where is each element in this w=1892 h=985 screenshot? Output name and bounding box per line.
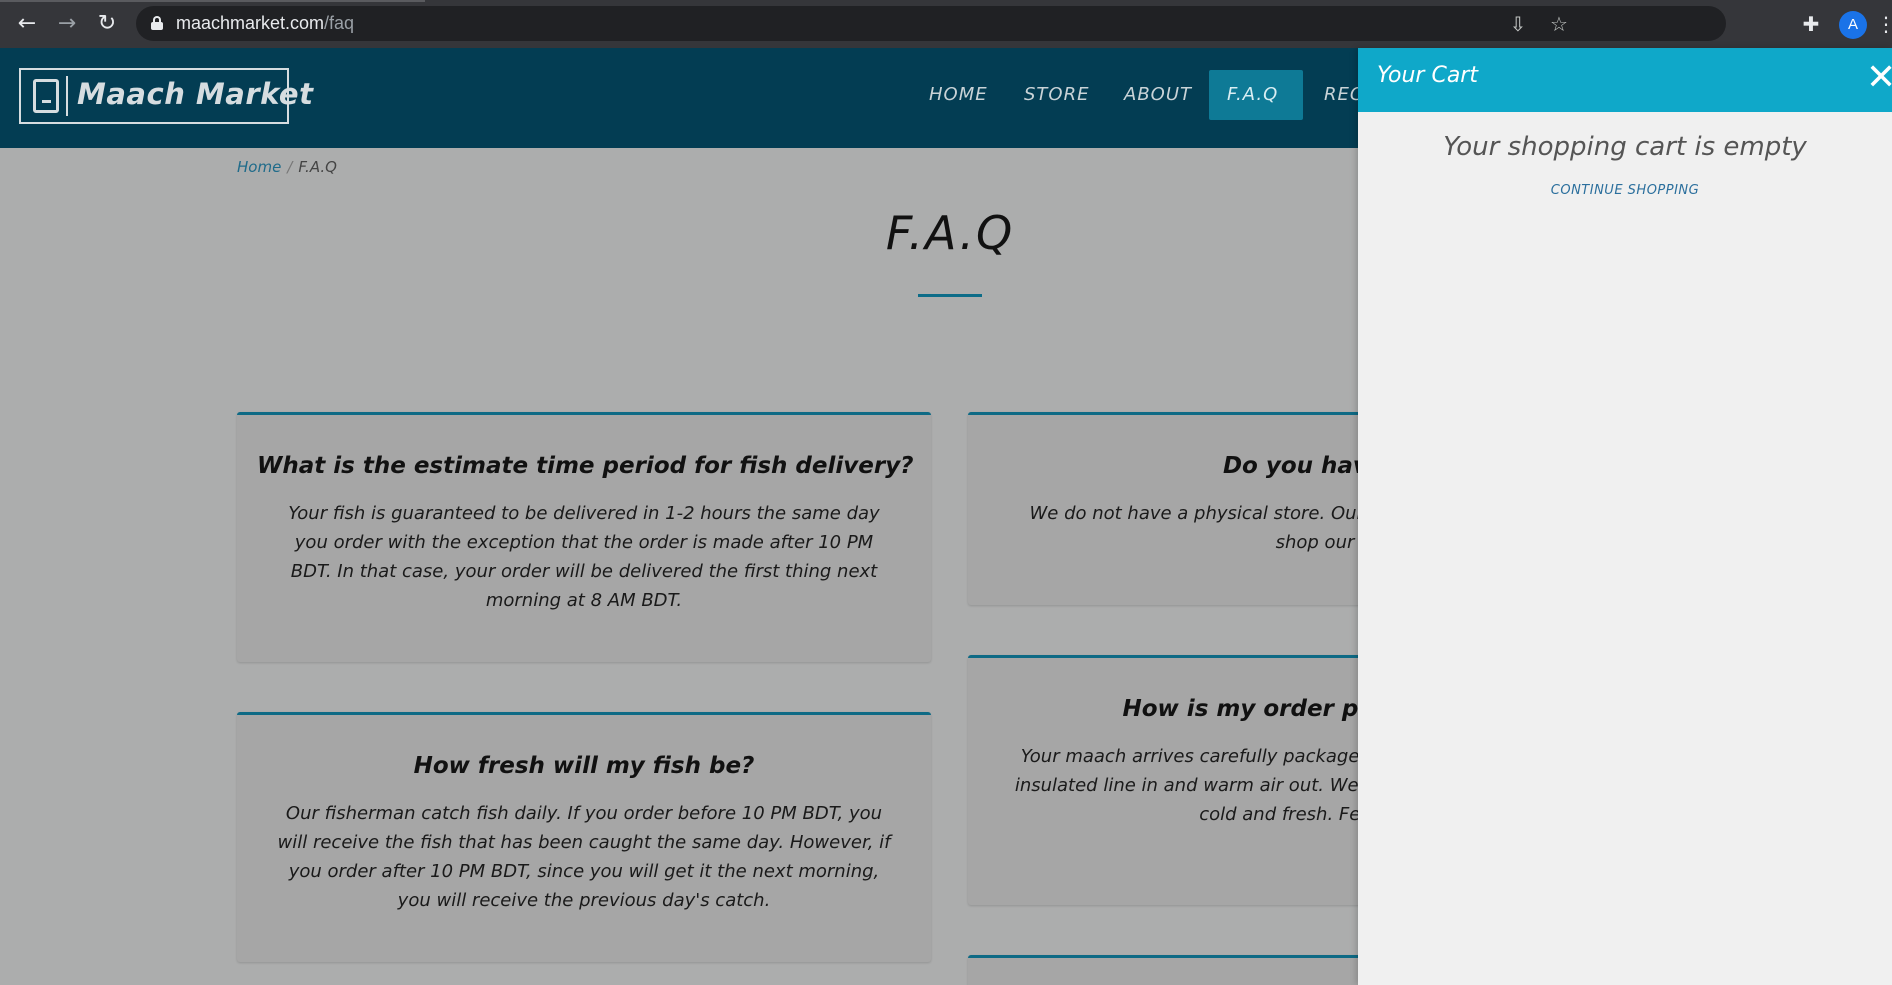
cart-title: Your Cart xyxy=(1377,63,1478,88)
logo-divider xyxy=(66,76,68,116)
reload-icon[interactable]: ↻ xyxy=(93,10,121,38)
faq-card: How fresh will my fish be? Our fisherman… xyxy=(237,712,931,962)
url-domain: maachmarket.com xyxy=(176,13,325,33)
nav-home[interactable]: HOME xyxy=(911,70,1006,120)
forward-arrow-icon[interactable]: → xyxy=(53,10,81,38)
close-icon[interactable]: ✕ xyxy=(1866,56,1892,100)
nav-faq[interactable]: F.A.Q xyxy=(1209,70,1303,120)
faq-question: What is the estimate time period for fis… xyxy=(257,453,914,479)
breadcrumb-separator: / xyxy=(287,158,293,176)
faq-card: What is the estimate time period for fis… xyxy=(237,412,931,662)
faq-answer: Your fish is guaranteed to be delivered … xyxy=(288,503,880,611)
browser-toolbar: ← → ↻ maachmarket.com/faq ⇩ ☆ ✚ A ⋮ xyxy=(0,0,1892,48)
nav-store[interactable]: STORE xyxy=(1006,70,1107,120)
faq-answer: Our fisherman catch fish daily. If you o… xyxy=(277,803,891,911)
breadcrumb-home[interactable]: Home xyxy=(237,158,281,176)
continue-shopping-link[interactable]: CONTINUE SHOPPING xyxy=(1358,183,1892,198)
faq-question: How fresh will my fish be? xyxy=(413,753,755,779)
url-text[interactable]: maachmarket.com/faq xyxy=(176,13,354,34)
active-tab-indicator xyxy=(0,0,425,2)
breadcrumb: Home / F.A.Q xyxy=(237,158,337,176)
site-logo[interactable]: Maach Market xyxy=(19,68,313,124)
profile-avatar[interactable]: A xyxy=(1839,11,1867,39)
extensions-puzzle-icon[interactable]: ✚ xyxy=(1798,11,1824,37)
breadcrumb-current: F.A.Q xyxy=(298,158,337,176)
lock-icon xyxy=(151,16,163,30)
cart-empty-message: Your shopping cart is empty xyxy=(1443,132,1807,162)
url-path: /faq xyxy=(324,13,355,33)
browser-menu-icon[interactable]: ⋮ xyxy=(1876,8,1892,40)
logo-text: Maach Market xyxy=(77,77,314,111)
title-underline xyxy=(918,294,982,297)
back-arrow-icon[interactable]: ← xyxy=(13,10,41,38)
nav-about[interactable]: ABOUT xyxy=(1106,70,1210,120)
phone-icon xyxy=(33,79,59,113)
cart-panel: Your Cart ✕ Your shopping cart is empty … xyxy=(1358,48,1892,985)
address-bar[interactable]: maachmarket.com/faq ⇩ ☆ xyxy=(136,6,1726,41)
bookmark-star-icon[interactable]: ☆ xyxy=(1547,12,1571,36)
install-app-icon[interactable]: ⇩ xyxy=(1506,12,1530,36)
cart-header: Your Cart ✕ xyxy=(1358,48,1892,112)
